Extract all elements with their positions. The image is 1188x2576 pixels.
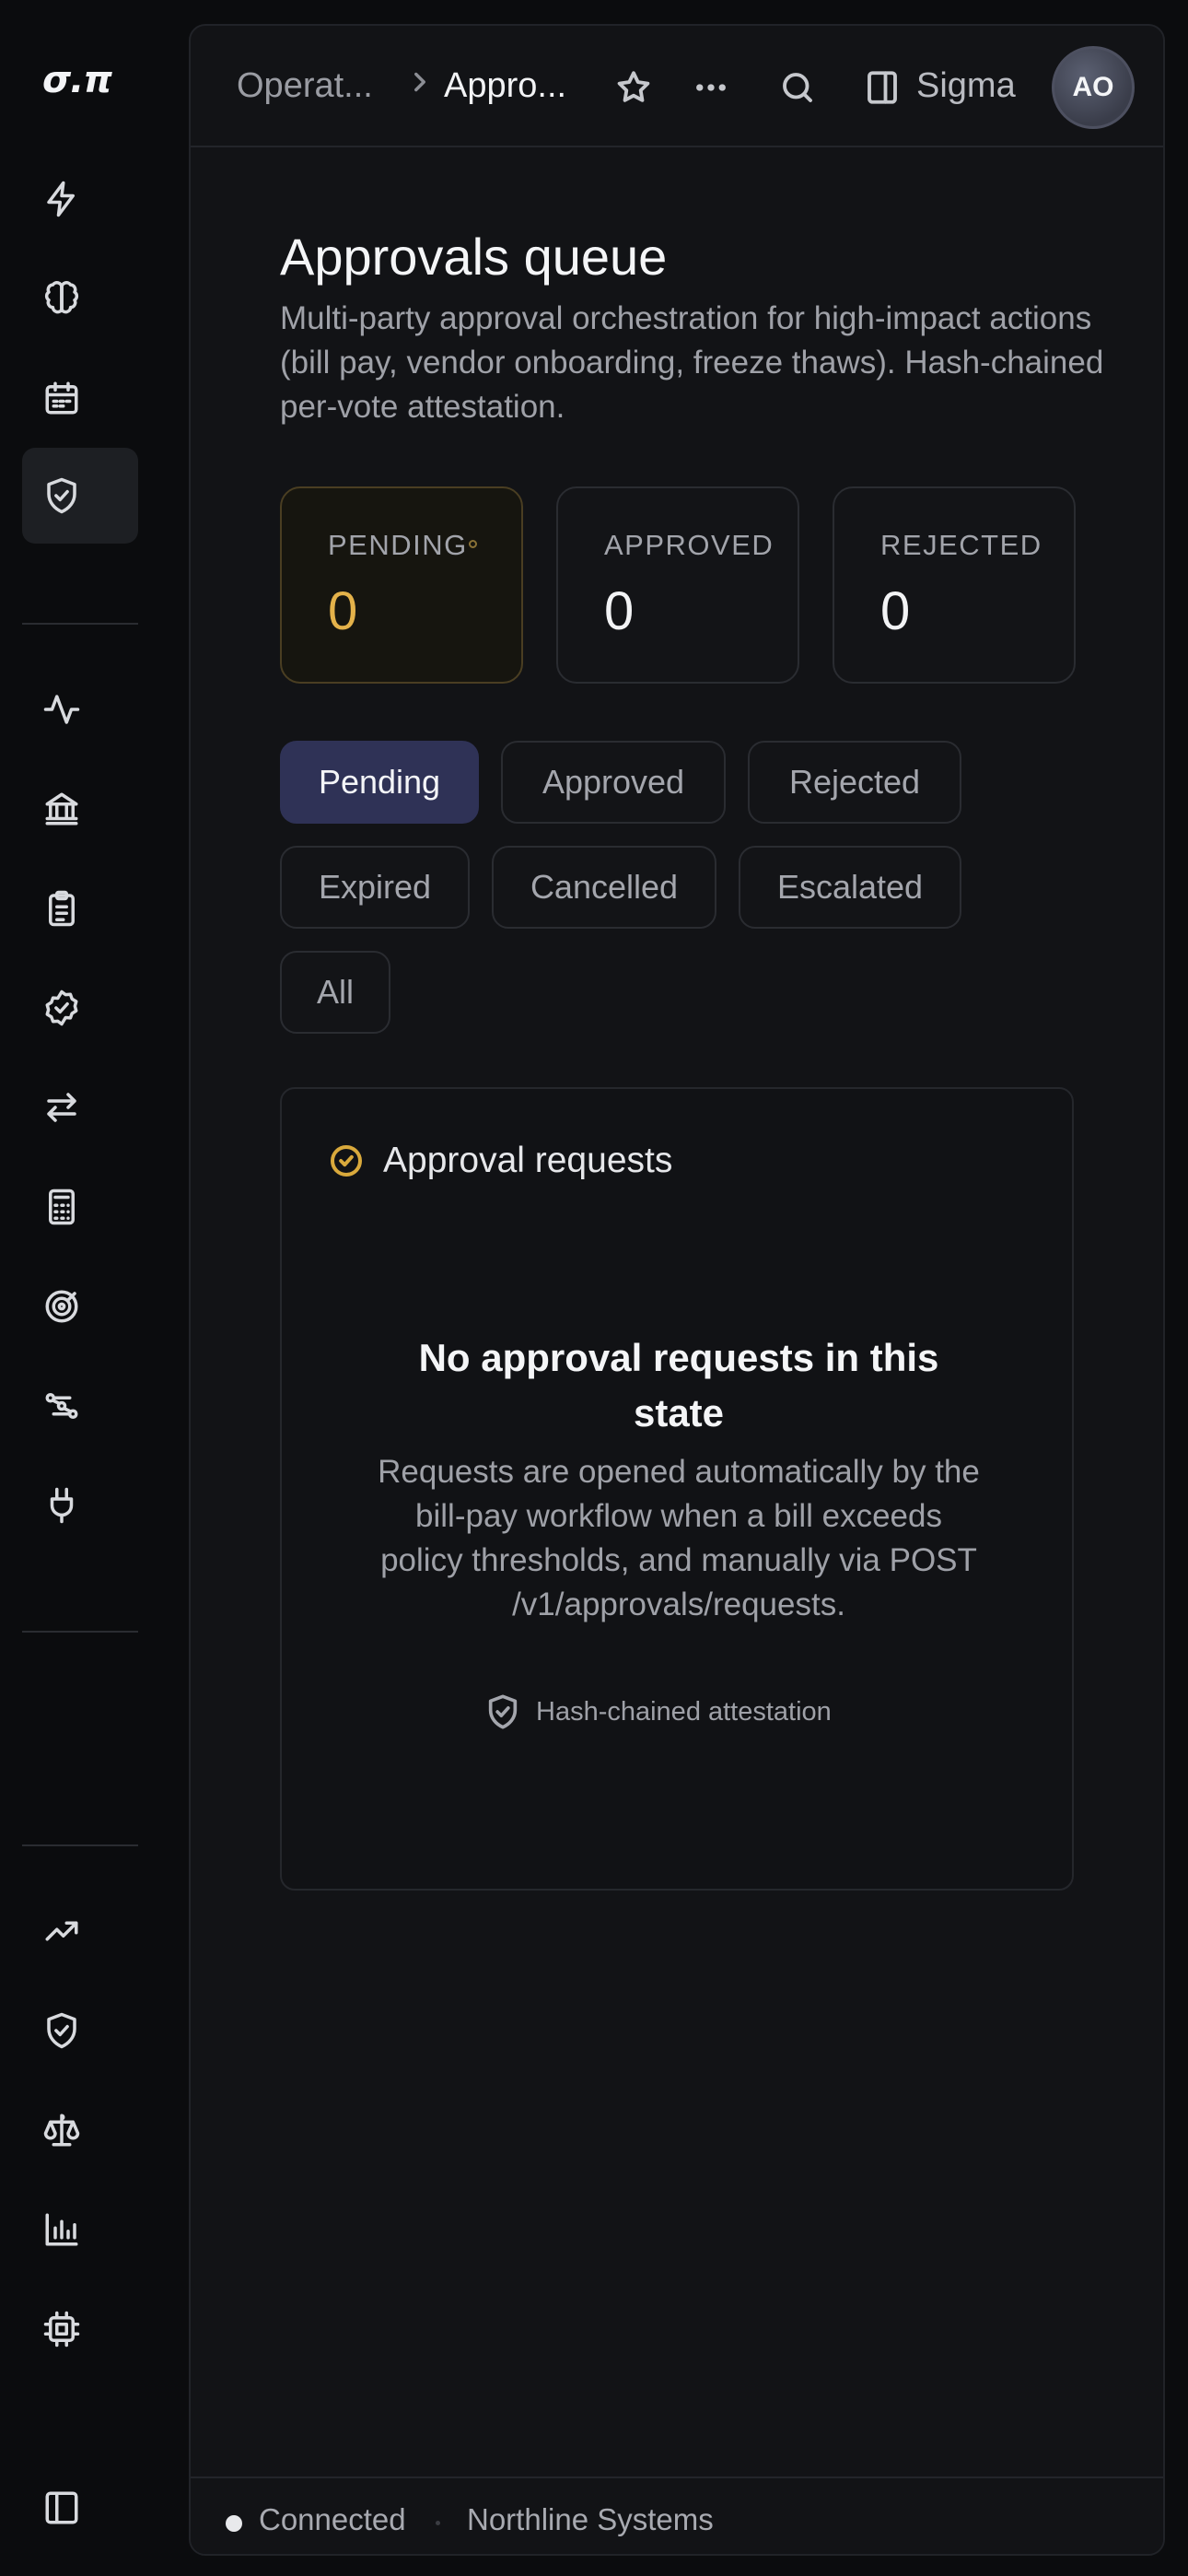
shield-check-icon (488, 1694, 518, 1729)
nav-bank[interactable] (22, 761, 138, 857)
nav-lightning[interactable] (22, 151, 138, 247)
nav-badge-check[interactable] (22, 960, 138, 1056)
scale-icon (43, 2113, 80, 2147)
empty-state-title: No approval requests in this state (418, 1336, 939, 1434)
shield-check-icon (47, 477, 76, 514)
nav-workflow[interactable] (22, 1358, 138, 1454)
search-button[interactable] (776, 66, 819, 109)
filter-approved[interactable]: Approved (501, 741, 726, 824)
trending-up-icon (45, 1921, 78, 1941)
star-button[interactable] (612, 66, 655, 109)
nav-compliance[interactable] (22, 1983, 138, 2078)
attestation-badge: Hash-chained attestation (484, 1693, 832, 1730)
filter-rejected[interactable]: Rejected (748, 741, 961, 824)
stat-label: REJECTED (880, 529, 1042, 561)
brain-icon (44, 281, 79, 314)
stat-card-approved: APPROVED 0 (556, 486, 799, 684)
workflow-icon (45, 1393, 78, 1419)
avatar[interactable]: AO (1052, 46, 1135, 129)
stat-value: 0 (880, 581, 911, 641)
nav-transfer[interactable] (22, 1060, 138, 1155)
pending-indicator (469, 540, 477, 548)
stat-card-rejected: REJECTED 0 (833, 486, 1076, 684)
filter-escalated[interactable]: Escalated (739, 846, 961, 929)
approval-requests-card: Approval requests No approval requests i… (280, 1087, 1074, 1891)
target-icon (45, 1290, 78, 1323)
breadcrumb-parent[interactable]: Operat... (237, 66, 373, 106)
badge-check-icon (45, 989, 78, 1026)
filter-cancelled[interactable]: Cancelled (492, 846, 716, 929)
panel-button[interactable] (861, 66, 903, 109)
card-title: Approval requests (383, 1141, 673, 1180)
search-icon (783, 73, 812, 102)
page-description: Multi-party approval orchestration for h… (280, 300, 1104, 425)
filter-pending[interactable]: Pending (280, 741, 479, 824)
sidebar-toggle[interactable] (22, 2460, 138, 2556)
more-horizontal-icon (696, 84, 726, 91)
plug-icon (50, 1487, 74, 1524)
bar-chart-icon (45, 2213, 78, 2246)
stat-card-pending: PENDING 0 (280, 486, 523, 684)
nav-brain[interactable] (22, 251, 138, 346)
bank-icon (45, 792, 78, 825)
lightning-icon (47, 181, 75, 217)
more-button[interactable] (690, 66, 732, 109)
stat-value: 0 (328, 581, 358, 641)
nav-calendar[interactable] (22, 350, 138, 446)
attestation-label: Hash-chained attestation (536, 1696, 832, 1727)
sidebar-divider (22, 623, 138, 625)
sidebar: σ.π (0, 0, 189, 2576)
filter-expired[interactable]: Expired (280, 846, 470, 929)
app-logo[interactable]: σ.π (42, 59, 112, 101)
nav-target[interactable] (22, 1259, 138, 1354)
star-icon (617, 71, 650, 102)
stat-label: PENDING (328, 529, 468, 561)
sidebar-divider (22, 1631, 138, 1633)
check-circle-icon (328, 1142, 365, 1184)
stat-value: 0 (604, 581, 635, 641)
main-panel: Operat... Appro... Sigma AO Approvals qu… (189, 24, 1165, 2556)
filter-all[interactable]: All (280, 951, 390, 1034)
status-separator (436, 2521, 440, 2525)
page-title: Approvals queue (280, 228, 668, 286)
nav-bar-chart[interactable] (22, 2182, 138, 2277)
sidebar-divider (22, 1844, 138, 1846)
nav-clipboard[interactable] (22, 861, 138, 956)
top-bar: Operat... Appro... Sigma AO (191, 26, 1163, 147)
empty-state-description: Requests are opened automatically by the… (378, 1454, 980, 1622)
calculator-icon (49, 1188, 75, 1225)
cpu-icon (43, 2311, 80, 2348)
stat-label: APPROVED (604, 529, 775, 561)
nav-scale[interactable] (22, 2082, 138, 2178)
nav-trending[interactable] (22, 1883, 138, 1979)
breadcrumb-current: Appro... (444, 66, 567, 105)
clipboard-icon (49, 890, 75, 927)
nav-plug[interactable] (22, 1458, 138, 1553)
sidebar-panel-icon (868, 71, 897, 104)
connection-dot (226, 2515, 242, 2532)
shield-check-icon (47, 2012, 76, 2049)
nav-activity[interactable] (22, 662, 138, 757)
calendar-icon (45, 381, 78, 415)
panel-toggle-icon (45, 2491, 78, 2524)
connection-status: Connected (259, 2502, 406, 2536)
transfer-icon (47, 1093, 76, 1122)
nav-calculator[interactable] (22, 1159, 138, 1255)
nav-cpu[interactable] (22, 2281, 138, 2377)
status-bar: Connected Northline Systems (191, 2476, 1163, 2554)
nav-approvals[interactable] (22, 448, 138, 544)
organization-name: Northline Systems (467, 2502, 714, 2536)
activity-icon (43, 695, 80, 724)
workspace-switcher[interactable]: Sigma (916, 66, 1016, 106)
chevron-right-icon (404, 66, 436, 102)
